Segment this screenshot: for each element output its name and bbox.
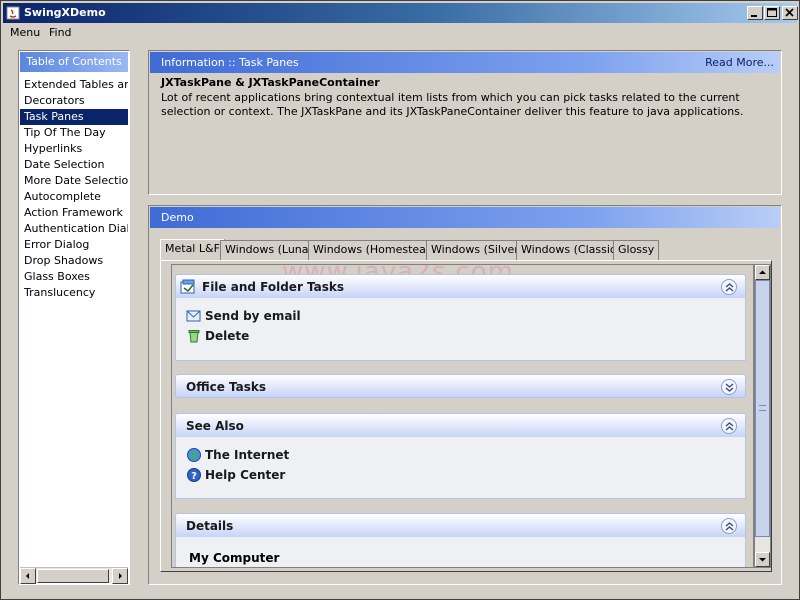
toc-item-task-panes[interactable]: Task Panes <box>20 109 128 125</box>
svg-text:?: ? <box>191 471 197 482</box>
maximize-icon <box>767 8 777 17</box>
menu-menu[interactable]: Menu <box>10 26 40 39</box>
table-of-contents: Table of Contents Extended Tables and De… <box>18 50 130 585</box>
taskpane-header[interactable]: File and Folder Tasks <box>175 274 746 298</box>
delete-label: Delete <box>205 329 250 343</box>
toc-item-action-framework[interactable]: Action Framework <box>20 205 128 221</box>
toc-item-authentication-dialogs[interactable]: Authentication Dialogs <box>20 221 128 237</box>
grip-icon <box>759 405 766 411</box>
send-by-email-link[interactable]: Send by email <box>186 306 735 326</box>
delete-link[interactable]: Delete <box>186 326 735 346</box>
tab-windows-silver[interactable]: Windows (Silver) <box>426 240 529 260</box>
delete-icon <box>188 330 200 343</box>
arrow-left-icon <box>26 573 29 579</box>
collapse-button[interactable] <box>721 279 737 295</box>
toc-item-error-dialog[interactable]: Error Dialog <box>20 237 128 253</box>
toc-item-more-date-selection[interactable]: More Date Selection <box>20 173 128 189</box>
taskpane-title: Details <box>186 519 234 533</box>
toc-header: Table of Contents <box>20 52 128 72</box>
taskpane-header[interactable]: Office Tasks <box>175 374 746 398</box>
read-more-link[interactable]: Read More... <box>705 52 774 73</box>
collapse-button[interactable] <box>721 518 737 534</box>
folder-tasks-icon <box>180 279 195 294</box>
minimize-icon <box>751 15 757 17</box>
toc-list: Extended Tables and Decorators Task Pane… <box>20 77 128 567</box>
the-internet-label: The Internet <box>205 448 290 462</box>
taskpane-see-also: See Also The Internet ? Help Center <box>175 413 746 499</box>
toc-item-date-selection[interactable]: Date Selection <box>20 157 128 173</box>
toc-item-translucency[interactable]: Translucency <box>20 285 128 301</box>
arrow-down-icon <box>759 558 766 562</box>
chevron-up-icon <box>725 522 734 531</box>
toc-horizontal-scrollbar[interactable] <box>20 567 128 584</box>
taskpane-office: Office Tasks <box>175 374 746 398</box>
minimize-button[interactable] <box>747 6 763 20</box>
task-vertical-scrollbar[interactable] <box>754 264 771 568</box>
taskpane-body: My Computer <box>175 537 746 567</box>
java-app-icon <box>6 6 20 20</box>
taskpane-file-folder: File and Folder Tasks Send by email Dele… <box>175 274 746 361</box>
scroll-right-button[interactable] <box>112 568 128 584</box>
info-description: Lot of recent applications bring context… <box>161 91 744 118</box>
chevron-up-icon <box>725 283 734 292</box>
toc-scroll-thumb[interactable] <box>37 569 109 583</box>
taskpane-header[interactable]: See Also <box>175 413 746 437</box>
toc-item-decorators[interactable]: Decorators <box>20 93 128 109</box>
demo-panel: Demo Metal L&F Windows (Luna) Windows (H… <box>148 205 782 585</box>
help-center-link[interactable]: ? Help Center <box>186 465 735 485</box>
scroll-up-button[interactable] <box>755 265 770 280</box>
info-header: Information :: Task Panes Read More... <box>150 52 780 73</box>
help-center-label: Help Center <box>205 468 286 482</box>
close-icon <box>785 8 794 17</box>
arrow-right-icon <box>119 573 122 579</box>
chevron-down-icon <box>725 383 734 392</box>
expand-button[interactable] <box>721 379 737 395</box>
title-bar[interactable]: SwingXDemo <box>3 3 798 23</box>
the-internet-link[interactable]: The Internet <box>186 445 735 465</box>
email-icon <box>186 310 201 322</box>
taskpane-body: The Internet ? Help Center <box>175 437 746 499</box>
taskpane-body: Send by email Delete <box>175 298 746 361</box>
collapse-button[interactable] <box>721 418 737 434</box>
tab-windows-classic[interactable]: Windows (Classic) <box>516 240 626 260</box>
close-button[interactable] <box>782 6 798 20</box>
taskpane-details: Details My Computer <box>175 513 746 567</box>
details-text: My Computer <box>189 551 280 565</box>
toc-item-hyperlinks[interactable]: Hyperlinks <box>20 141 128 157</box>
scroll-thumb[interactable] <box>755 280 770 537</box>
info-header-title: Information :: Task Panes <box>161 56 299 69</box>
scroll-down-button[interactable] <box>755 552 770 567</box>
taskpane-title: See Also <box>186 419 244 433</box>
tab-windows-homestead[interactable]: Windows (Homestead) <box>308 240 443 260</box>
arrow-up-icon <box>759 270 766 274</box>
scroll-left-button[interactable] <box>20 568 36 584</box>
menu-bar: Menu Find <box>3 24 797 42</box>
internet-icon <box>187 448 201 462</box>
task-pane-container: www.java2s.com File and Folder Tasks <box>171 264 754 568</box>
tab-content: www.java2s.com File and Folder Tasks <box>160 260 772 572</box>
taskpane-title: File and Folder Tasks <box>202 280 345 294</box>
app-window: SwingXDemo Menu Find Table of Contents E… <box>0 0 800 600</box>
tab-windows-luna[interactable]: Windows (Luna) <box>220 240 318 260</box>
information-panel: Information :: Task Panes Read More... J… <box>148 50 782 195</box>
tab-glossy[interactable]: Glossy <box>613 240 660 260</box>
toc-item-drop-shadows[interactable]: Drop Shadows <box>20 253 128 269</box>
toc-item-glass-boxes[interactable]: Glass Boxes <box>20 269 128 285</box>
help-icon: ? <box>187 468 201 482</box>
menu-find[interactable]: Find <box>49 26 72 39</box>
maximize-button[interactable] <box>764 6 780 20</box>
demo-header: Demo <box>150 207 780 228</box>
taskpane-header[interactable]: Details <box>175 513 746 537</box>
send-by-email-label: Send by email <box>205 309 301 323</box>
toc-item-autocomplete[interactable]: Autocomplete <box>20 189 128 205</box>
tab-metal-lf[interactable]: Metal L&F <box>160 239 225 261</box>
toc-item-extended-tables[interactable]: Extended Tables and <box>20 77 128 93</box>
chevron-up-icon <box>725 422 734 431</box>
toc-item-tip-of-the-day[interactable]: Tip Of The Day <box>20 125 128 141</box>
info-title: JXTaskPane & JXTaskPaneContainer <box>161 76 380 89</box>
taskpane-title: Office Tasks <box>186 380 267 394</box>
window-title: SwingXDemo <box>24 6 106 19</box>
